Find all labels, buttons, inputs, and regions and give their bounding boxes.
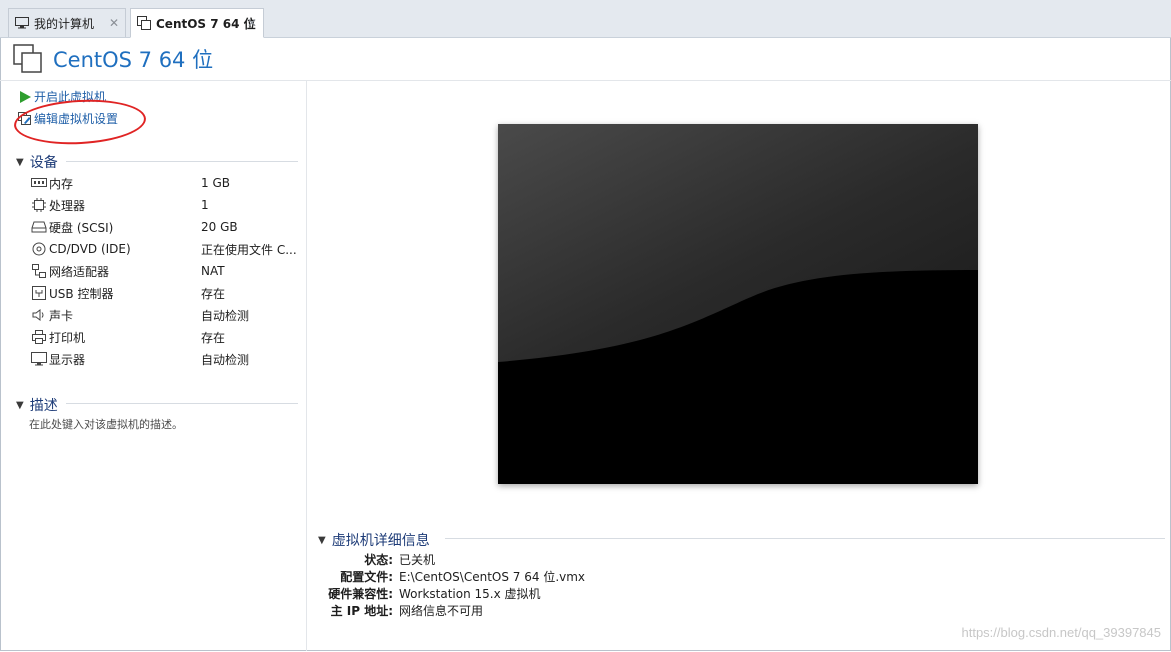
device-name: 声卡: [49, 308, 74, 323]
section-divider: [66, 403, 298, 404]
edit-vm-settings-label: 编辑虚拟机设置: [34, 112, 119, 126]
device-row-network[interactable]: 网络适配器 NAT: [31, 261, 301, 281]
device-row-disk[interactable]: 硬盘 (SCSI) 20 GB: [31, 217, 301, 237]
power-on-label: 开启此虚拟机: [34, 90, 107, 104]
device-row-memory[interactable]: 内存 1 GB: [31, 173, 301, 193]
device-name: 内存: [49, 176, 74, 191]
network-icon: [31, 264, 47, 278]
vm-icon: [137, 16, 151, 30]
tab-strip: 我的计算机 ✕ CentOS 7 64 位 ✕: [0, 0, 1171, 38]
detail-key: 配置文件:: [340, 570, 393, 584]
device-name: 打印机: [49, 330, 86, 345]
section-divider: [445, 538, 1165, 539]
detail-row-status: 状态: 已关机: [300, 551, 700, 568]
edit-vm-settings-button[interactable]: 编辑虚拟机设置: [18, 110, 118, 127]
device-row-cd-dvd[interactable]: CD/DVD (IDE) 正在使用文件 C...: [31, 239, 301, 259]
device-value: 1 GB: [201, 176, 230, 190]
detail-row-config-file: 配置文件: E:\CentOS\CentOS 7 64 位.vmx: [300, 568, 700, 585]
device-value: 20 GB: [201, 220, 238, 234]
collapse-arrow-icon: ▼: [16, 399, 24, 411]
detail-key: 主 IP 地址:: [330, 604, 393, 618]
disk-icon: [31, 220, 47, 234]
device-name: 显示器: [49, 352, 86, 367]
vm-header: CentOS 7 64 位: [0, 38, 1171, 81]
device-value: NAT: [201, 264, 225, 278]
detail-key: 状态:: [364, 553, 393, 567]
detail-row-ip: 主 IP 地址: 网络信息不可用: [300, 602, 700, 619]
collapse-arrow-icon: ▼: [318, 534, 326, 546]
tab-label: CentOS 7 64 位: [156, 16, 256, 31]
device-name: 硬盘 (SCSI): [49, 220, 114, 235]
detail-key: 硬件兼容性:: [328, 587, 393, 601]
device-value: 存在: [201, 330, 226, 345]
vm-icon: [13, 44, 43, 77]
detail-value: E:\CentOS\CentOS 7 64 位.vmx: [399, 570, 586, 584]
device-value: 自动检测: [201, 308, 250, 323]
detail-value: Workstation 15.x 虚拟机: [399, 587, 541, 601]
device-value: 存在: [201, 286, 226, 301]
section-divider: [66, 161, 298, 162]
close-icon[interactable]: ✕: [247, 16, 257, 30]
cd-icon: [31, 242, 47, 256]
usb-icon: [31, 286, 47, 300]
device-name: 网络适配器: [49, 264, 110, 279]
detail-value: 已关机: [399, 553, 436, 567]
device-row-printer[interactable]: 打印机 存在: [31, 327, 301, 347]
description-section-header[interactable]: ▼ 描述: [16, 395, 58, 415]
vm-details-section-header[interactable]: ▼ 虚拟机详细信息: [318, 530, 430, 550]
device-value: 1: [201, 198, 209, 212]
device-row-display[interactable]: 显示器 自动检测: [31, 349, 301, 369]
preview-graphic: [498, 124, 978, 484]
device-row-cpu[interactable]: 处理器 1: [31, 195, 301, 215]
section-title: 描述: [29, 398, 58, 414]
memory-icon: [31, 176, 47, 190]
section-title: 虚拟机详细信息: [331, 533, 430, 549]
close-icon[interactable]: ✕: [109, 16, 119, 30]
display-icon: [31, 352, 47, 366]
device-name: CD/DVD (IDE): [49, 242, 131, 256]
play-icon: [18, 90, 32, 104]
watermark: https://blog.csdn.net/qq_39397845: [961, 625, 1162, 640]
detail-value: 网络信息不可用: [399, 604, 484, 618]
description-placeholder[interactable]: 在此处键入对该虚拟机的描述。: [29, 416, 183, 432]
device-value: 自动检测: [201, 352, 250, 367]
section-title: 设备: [29, 155, 58, 171]
vm-preview-thumbnail[interactable]: [498, 124, 978, 484]
printer-icon: [31, 330, 47, 344]
cpu-icon: [31, 198, 47, 212]
devices-section-header[interactable]: ▼ 设备: [16, 152, 58, 172]
tab-centos[interactable]: CentOS 7 64 位 ✕: [130, 8, 264, 38]
page-title: CentOS 7 64 位: [53, 48, 214, 72]
collapse-arrow-icon: ▼: [16, 156, 24, 168]
sound-icon: [31, 308, 47, 322]
device-value: 正在使用文件 C...: [201, 242, 297, 257]
tab-my-computer[interactable]: 我的计算机 ✕: [8, 8, 126, 37]
device-row-sound[interactable]: 声卡 自动检测: [31, 305, 301, 325]
power-on-button[interactable]: 开启此虚拟机: [18, 88, 106, 105]
edit-vm-icon: [18, 111, 32, 126]
device-row-usb[interactable]: USB 控制器 存在: [31, 283, 301, 303]
device-name: USB 控制器: [49, 286, 114, 301]
device-name: 处理器: [49, 198, 86, 213]
monitor-icon: [15, 17, 29, 29]
detail-row-compatibility: 硬件兼容性: Workstation 15.x 虚拟机: [300, 585, 700, 602]
tab-label: 我的计算机: [34, 16, 95, 31]
